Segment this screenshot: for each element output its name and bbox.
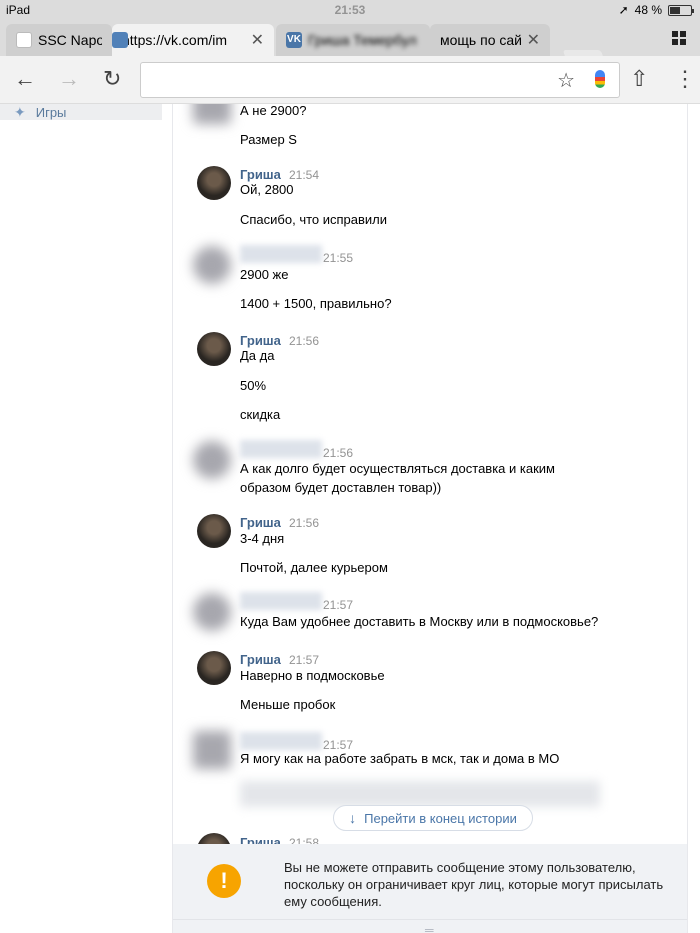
- author-name[interactable]: Гриша: [240, 835, 281, 844]
- tab-switcher-icon[interactable]: [672, 31, 686, 45]
- blurred-text: [240, 781, 600, 807]
- message-text: скидка: [240, 407, 281, 422]
- browser-toolbar: ← → ↻ ☆ ⇧ ⋮: [0, 56, 700, 104]
- avatar[interactable]: [197, 833, 231, 844]
- message-text: 2900 же: [240, 267, 289, 282]
- share-icon[interactable]: ⇧: [630, 66, 648, 92]
- warning-text: Вы не можете отправить сообщение этому п…: [284, 860, 664, 909]
- avatar[interactable]: [193, 593, 231, 631]
- message-time: 21:57: [323, 598, 354, 612]
- close-tab-icon[interactable]: ✕: [251, 30, 264, 50]
- message-history[interactable]: А не 2900? Размер S Гриша 21:54 Ой, 2800…: [173, 104, 687, 844]
- author-name[interactable]: Гриша: [240, 515, 281, 530]
- close-tab-icon[interactable]: ✕: [527, 30, 540, 50]
- message-text: Почтой, далее курьером: [240, 560, 388, 575]
- battery-fill: [670, 6, 680, 14]
- author-name[interactable]: Гриша: [240, 652, 281, 667]
- message-text: 3-4 дня: [240, 531, 285, 546]
- address-bar[interactable]: ☆: [140, 62, 620, 98]
- battery-icon: [668, 4, 694, 16]
- message-text: Спасибо, что исправили: [240, 212, 388, 227]
- avatar[interactable]: [197, 166, 231, 200]
- page-icon: [16, 32, 32, 48]
- author-name[interactable]: [240, 440, 322, 458]
- left-sidebar: ✦ Игры: [0, 104, 162, 933]
- message-time: 21:56: [289, 334, 320, 348]
- message-text: Наверно в подмосковье: [240, 668, 385, 683]
- message-time: 21:56: [289, 516, 320, 530]
- star-icon[interactable]: ☆: [557, 68, 575, 93]
- sidebar-item-games[interactable]: ✦ Игры: [0, 104, 162, 120]
- menu-icon[interactable]: ⋮: [674, 66, 696, 92]
- message-text: Ой, 2800: [240, 182, 294, 197]
- message-text: Размер S: [240, 132, 297, 147]
- author-name[interactable]: [240, 592, 322, 610]
- author-name[interactable]: [240, 245, 322, 263]
- author-name[interactable]: Гриша: [240, 167, 281, 182]
- cannot-send-warning: ! Вы не можете отправить сообщение этому…: [173, 844, 687, 919]
- author-name[interactable]: [240, 732, 322, 750]
- message-text: образом будет доставлен товар)): [240, 480, 442, 495]
- avatar[interactable]: [193, 441, 231, 479]
- tab-title: мощь по сайт: [440, 32, 521, 48]
- grip-icon: ═: [425, 923, 434, 933]
- message-text: А не 2900?: [240, 104, 307, 118]
- avatar[interactable]: [193, 731, 231, 769]
- mic-icon[interactable]: [595, 70, 605, 88]
- message-text: Я могу как на работе забрать в мск, так …: [240, 751, 560, 766]
- avatar[interactable]: [197, 651, 231, 685]
- tab-help[interactable]: мощь по сайт ✕: [430, 24, 550, 56]
- forward-arrow-icon[interactable]: →: [58, 66, 80, 92]
- resize-handle[interactable]: ═: [173, 919, 687, 933]
- tab-strip: SSC Napoli|С https://vk.com/im ✕ VK Гриш…: [0, 20, 700, 68]
- avatar[interactable]: [197, 332, 231, 366]
- gamepad-icon: ✦: [14, 103, 26, 120]
- status-time: 21:53: [334, 3, 366, 17]
- tab-title: https://vk.com/im: [122, 32, 228, 48]
- tab-vk-im[interactable]: https://vk.com/im ✕: [112, 24, 274, 56]
- message-time: 21:58: [289, 836, 320, 844]
- message-text: 1400 + 1500, правильно?: [240, 296, 392, 311]
- tab-title: Гриша Темербул: [308, 32, 417, 48]
- message-time: 21:57: [289, 653, 320, 667]
- message-time: 21:54: [289, 168, 320, 182]
- back-arrow-icon[interactable]: ←: [14, 66, 36, 92]
- message-text: 50%: [240, 378, 267, 393]
- battery-percent: 48 %: [634, 3, 662, 17]
- vk-icon: VK: [286, 32, 302, 48]
- message-text: А как долго будет осуществляться доставк…: [240, 461, 555, 476]
- go-to-end-label: Перейти в конец истории: [364, 810, 517, 826]
- arrow-down-icon: ↓: [349, 810, 357, 826]
- column-divider: [687, 104, 688, 933]
- warning-icon: !: [207, 864, 241, 898]
- go-to-end-button[interactable]: ↓ Перейти в конец истории: [333, 805, 533, 831]
- message-text: Меньше пробок: [240, 697, 336, 712]
- avatar: [193, 104, 231, 124]
- message-text: Куда Вам удобнее доставить в Москву или …: [240, 614, 599, 629]
- author-name[interactable]: Гриша: [240, 333, 281, 348]
- sidebar-item-label: Игры: [35, 104, 67, 120]
- tab-title: SSC Napoli|С: [38, 32, 102, 48]
- tab-ssc-napoli[interactable]: SSC Napoli|С: [6, 24, 112, 56]
- avatar[interactable]: [197, 514, 231, 548]
- avatar[interactable]: [193, 246, 231, 284]
- reload-icon[interactable]: ↻: [103, 66, 121, 92]
- vk-messages-icon: [112, 32, 128, 48]
- location-icon: ➚: [618, 3, 629, 17]
- status-bar: iPad 21:53 ➚ 48 %: [0, 0, 700, 20]
- message-time: 21:56: [323, 446, 354, 460]
- tab-vk-profile[interactable]: VK Гриша Темербул: [276, 24, 430, 56]
- status-right: ➚ 48 %: [618, 3, 694, 17]
- message-text: Да да: [240, 348, 275, 363]
- message-time: 21:55: [323, 251, 354, 265]
